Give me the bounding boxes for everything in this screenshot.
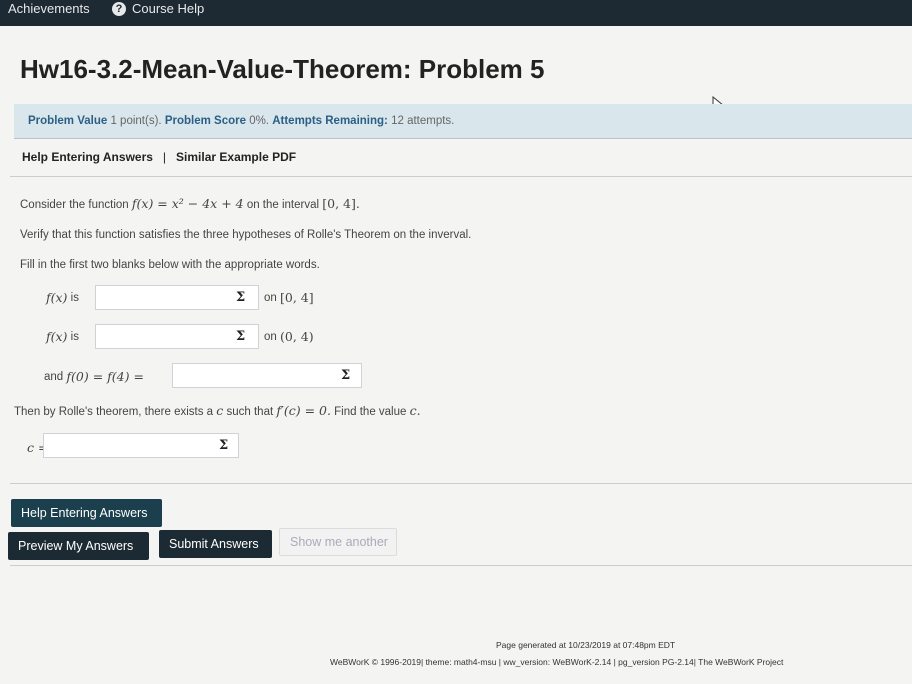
answer-field-2[interactable]: [95, 324, 259, 349]
verify-instruction: Verify that this function satisfies the …: [20, 229, 472, 241]
answer-field-4[interactable]: [43, 433, 239, 458]
is-label: is: [70, 291, 79, 304]
divider: [10, 176, 912, 177]
closed-interval: [0, 4]: [280, 290, 314, 305]
c-variable: c: [216, 403, 224, 418]
help-entering-answers-button[interactable]: Help Entering Answers: [11, 499, 162, 527]
divider: [10, 565, 912, 566]
interval-expression: [0, 4].: [322, 196, 360, 211]
top-navigation-bar: Achievements ? Course Help: [0, 0, 912, 26]
fx-label: f(x): [46, 290, 68, 305]
answer-row-1-interval: on [0, 4]: [264, 290, 314, 305]
answer-field-3[interactable]: [172, 363, 362, 388]
achievements-label: Achievements: [8, 1, 90, 16]
rolles-theorem-statement: Then by Rolle's theorem, there exists a …: [14, 403, 421, 418]
equation-editor-icon[interactable]: Σ: [236, 329, 245, 344]
c-variable: c.: [409, 403, 421, 418]
on-label: on: [264, 330, 277, 343]
page-generated-timestamp: Page generated at 10/23/2019 at 07:48pm …: [496, 640, 676, 650]
answer-row-2-interval: on (0, 4): [264, 329, 314, 344]
footer-credits: WeBWorK © 1996-2019| theme: math4-msu | …: [330, 657, 784, 667]
page-title: Hw16-3.2-Mean-Value-Theorem: Problem 5: [20, 54, 545, 84]
submit-answers-button[interactable]: Submit Answers: [159, 530, 272, 558]
equation-editor-icon[interactable]: Σ: [341, 368, 350, 383]
problem-info-bar: Problem Value 1 point(s). Problem Score …: [14, 104, 912, 138]
statement-text: Then by Rolle's theorem, there exists a: [14, 406, 214, 418]
on-label: on: [264, 291, 277, 304]
and-label: and: [44, 370, 64, 383]
question-mark-icon: ?: [112, 1, 126, 16]
preview-answers-button[interactable]: Preview My Answers: [8, 532, 149, 560]
divider: [14, 138, 912, 139]
open-interval: (0, 4): [280, 329, 314, 344]
statement-text: such that: [226, 406, 274, 418]
statement-text: Consider the function: [20, 199, 129, 211]
achievements-link[interactable]: Achievements: [8, 1, 90, 16]
course-help-label: Course Help: [132, 1, 205, 16]
answer-row-2-label: f(x) is: [46, 329, 79, 344]
attempts-label: Attempts Remaining:: [272, 115, 388, 127]
link-separator: |: [162, 150, 167, 164]
show-me-another-button[interactable]: Show me another: [279, 528, 397, 556]
help-entering-answers-link[interactable]: Help Entering Answers: [22, 150, 153, 164]
answer-field-1[interactable]: [95, 285, 259, 310]
statement-text: on the interval: [246, 199, 320, 211]
statement-text: Find the value: [334, 406, 407, 418]
problem-statement: Consider the function f(x) = x² − 4x + 4…: [20, 196, 360, 211]
equation-editor-icon[interactable]: Σ: [236, 290, 245, 305]
help-links: Help Entering Answers | Similar Example PD…: [22, 150, 296, 164]
is-label: is: [70, 330, 79, 343]
equation-editor-icon[interactable]: Σ: [219, 438, 228, 453]
answer-row-3-label: and f(0) = f(4) =: [44, 369, 144, 384]
course-help-link[interactable]: ? Course Help: [112, 1, 204, 16]
problem-score-label: Problem Score: [164, 115, 246, 127]
attempts-remaining: 12 attempts.: [391, 115, 455, 127]
problem-value-label: Problem Value: [28, 115, 108, 127]
f0-equals-f4-expression: f(0) = f(4) =: [66, 369, 144, 384]
problem-value: 1 point(s).: [110, 115, 162, 127]
divider: [10, 483, 912, 484]
problem-score: 0%.: [249, 115, 270, 127]
similar-example-pdf-link[interactable]: Similar Example PDF: [176, 150, 296, 164]
fx-label: f(x): [46, 329, 68, 344]
answer-row-1-label: f(x) is: [46, 290, 79, 305]
derivative-equation: f′(c) = 0.: [276, 403, 331, 418]
fill-in-instruction: Fill in the first two blanks below with …: [20, 259, 320, 271]
function-expression: f(x) = x² − 4x + 4: [131, 196, 244, 211]
